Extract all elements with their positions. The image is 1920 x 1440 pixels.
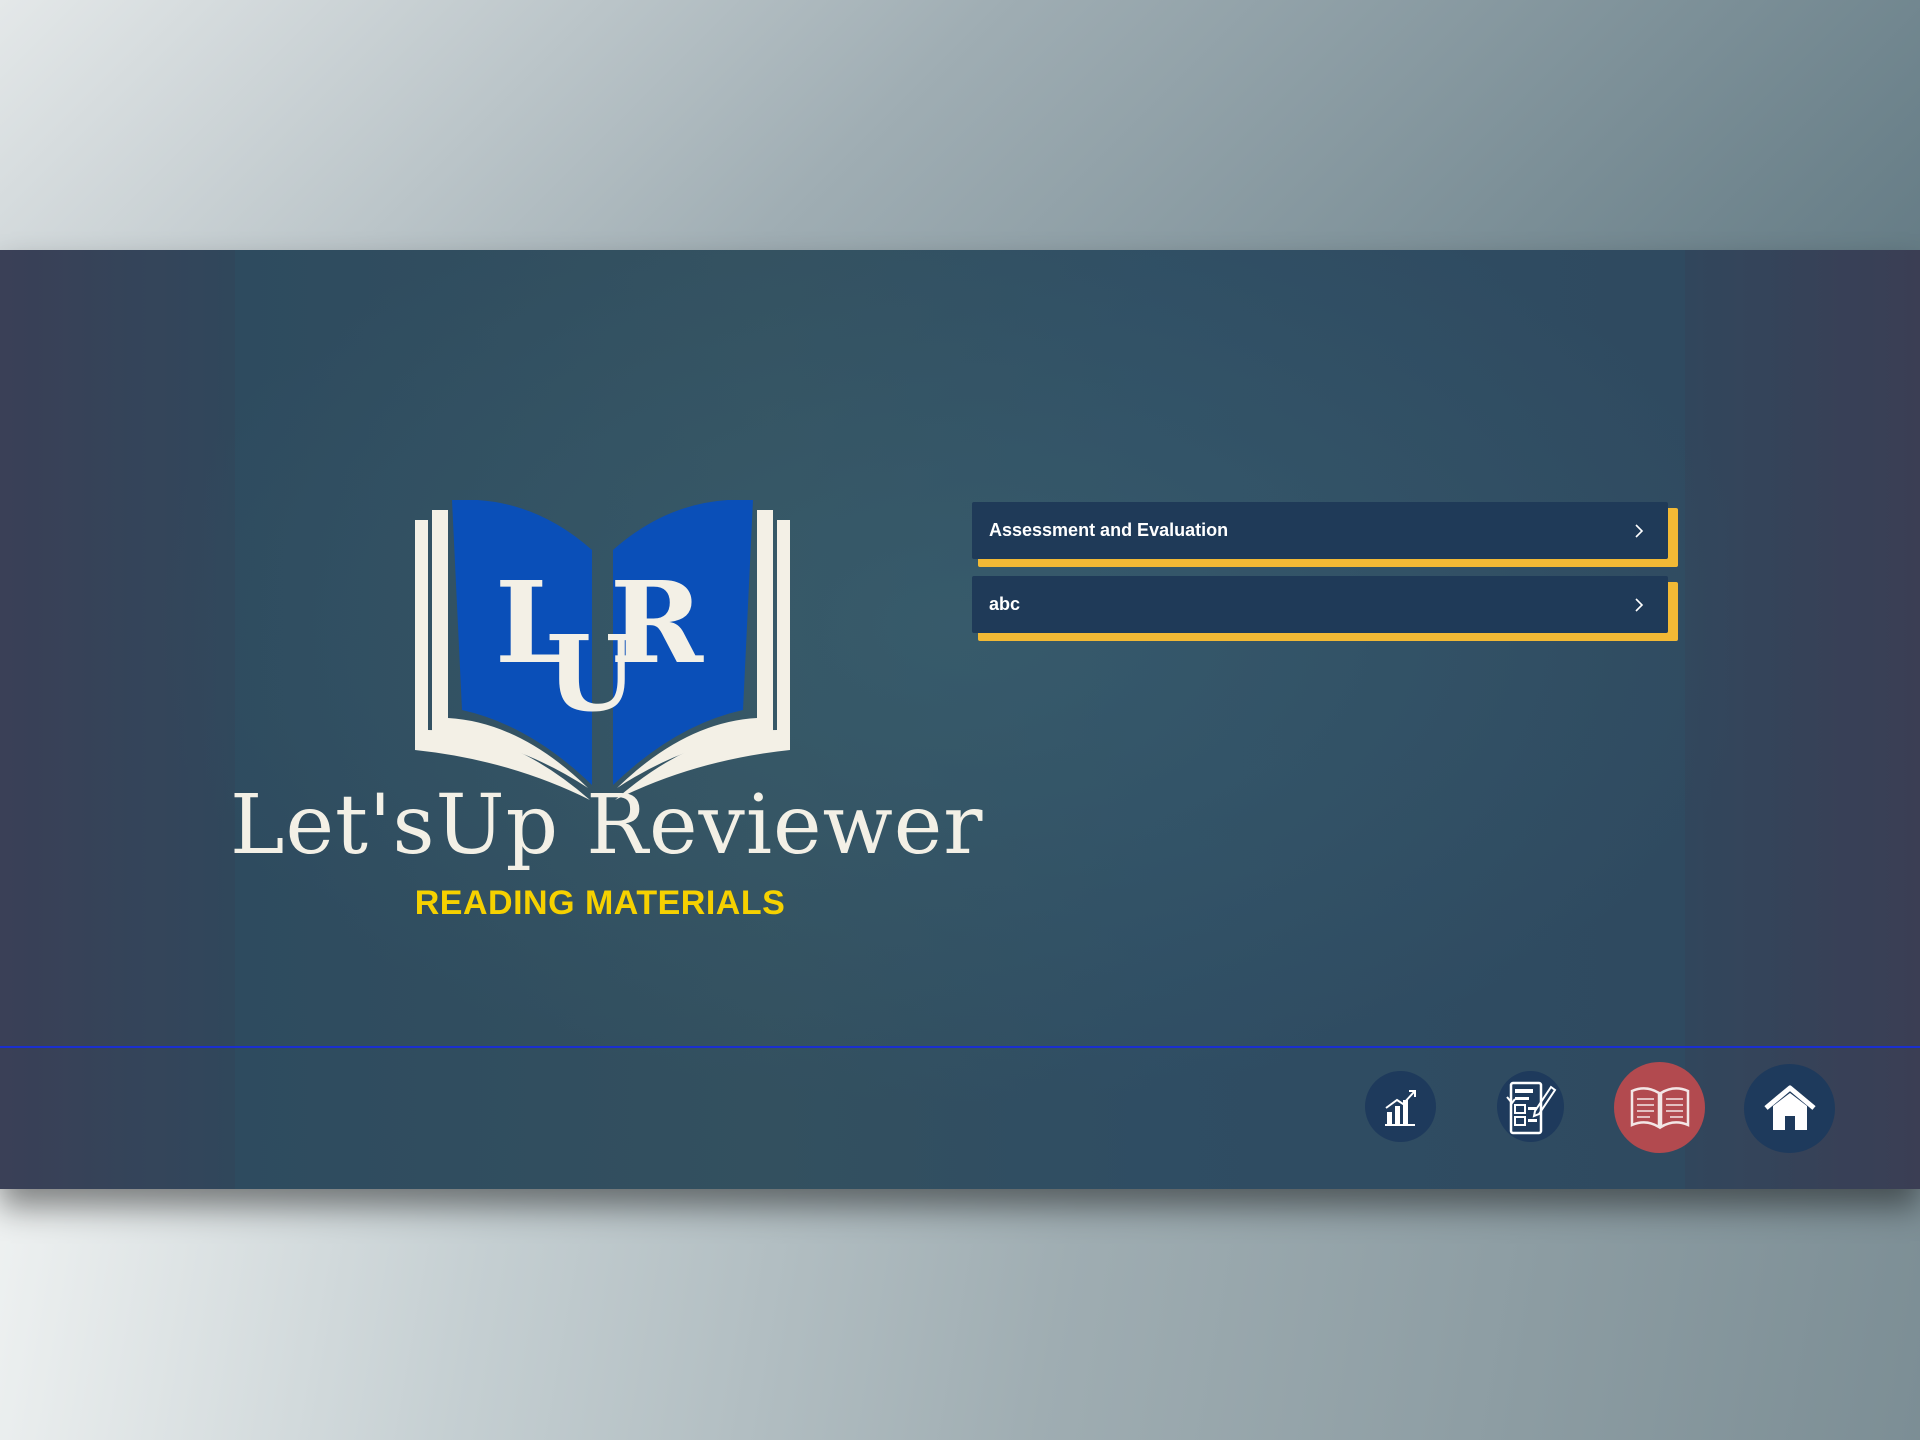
book-logo-icon: L R U — [415, 500, 790, 800]
bar-chart-growth-icon — [1384, 1089, 1416, 1126]
brand-title: Let'sUp Reviewer — [230, 778, 984, 873]
material-item-label: abc — [989, 594, 1021, 614]
item-face[interactable]: Assessment and Evaluation — [972, 502, 1668, 559]
chevron-right-icon — [1635, 524, 1644, 538]
nav-reading-button[interactable] — [1614, 1062, 1705, 1153]
material-item-assessment-and-evaluation[interactable]: Assessment and Evaluation — [972, 502, 1678, 567]
bottom-nav-bar — [0, 1048, 1920, 1189]
material-item-abc[interactable]: abc — [972, 576, 1678, 641]
nav-home-button[interactable] — [1744, 1064, 1835, 1153]
reading-materials-list: Assessment and Evaluation abc — [972, 502, 1678, 650]
background-bottom — [0, 1189, 1920, 1440]
home-icon — [1763, 1085, 1816, 1130]
material-item-label: Assessment and Evaluation — [989, 520, 1229, 540]
item-face[interactable]: abc — [972, 576, 1668, 633]
nav-stats-button[interactable] — [1365, 1071, 1436, 1142]
open-book-icon — [1630, 1086, 1689, 1129]
app-window: L R U Let'sUp Reviewer READING MATERIALS… — [0, 250, 1920, 1189]
chevron-right-icon — [1635, 598, 1644, 612]
page-title: READING MATERIALS — [414, 884, 786, 922]
exam-checklist-icon — [1505, 1081, 1556, 1134]
logo-letter-u: U — [546, 612, 637, 735]
brand-logo-block: L R U Let'sUp Reviewer READING MATERIALS — [230, 500, 984, 930]
nav-quiz-button[interactable] — [1497, 1071, 1564, 1142]
